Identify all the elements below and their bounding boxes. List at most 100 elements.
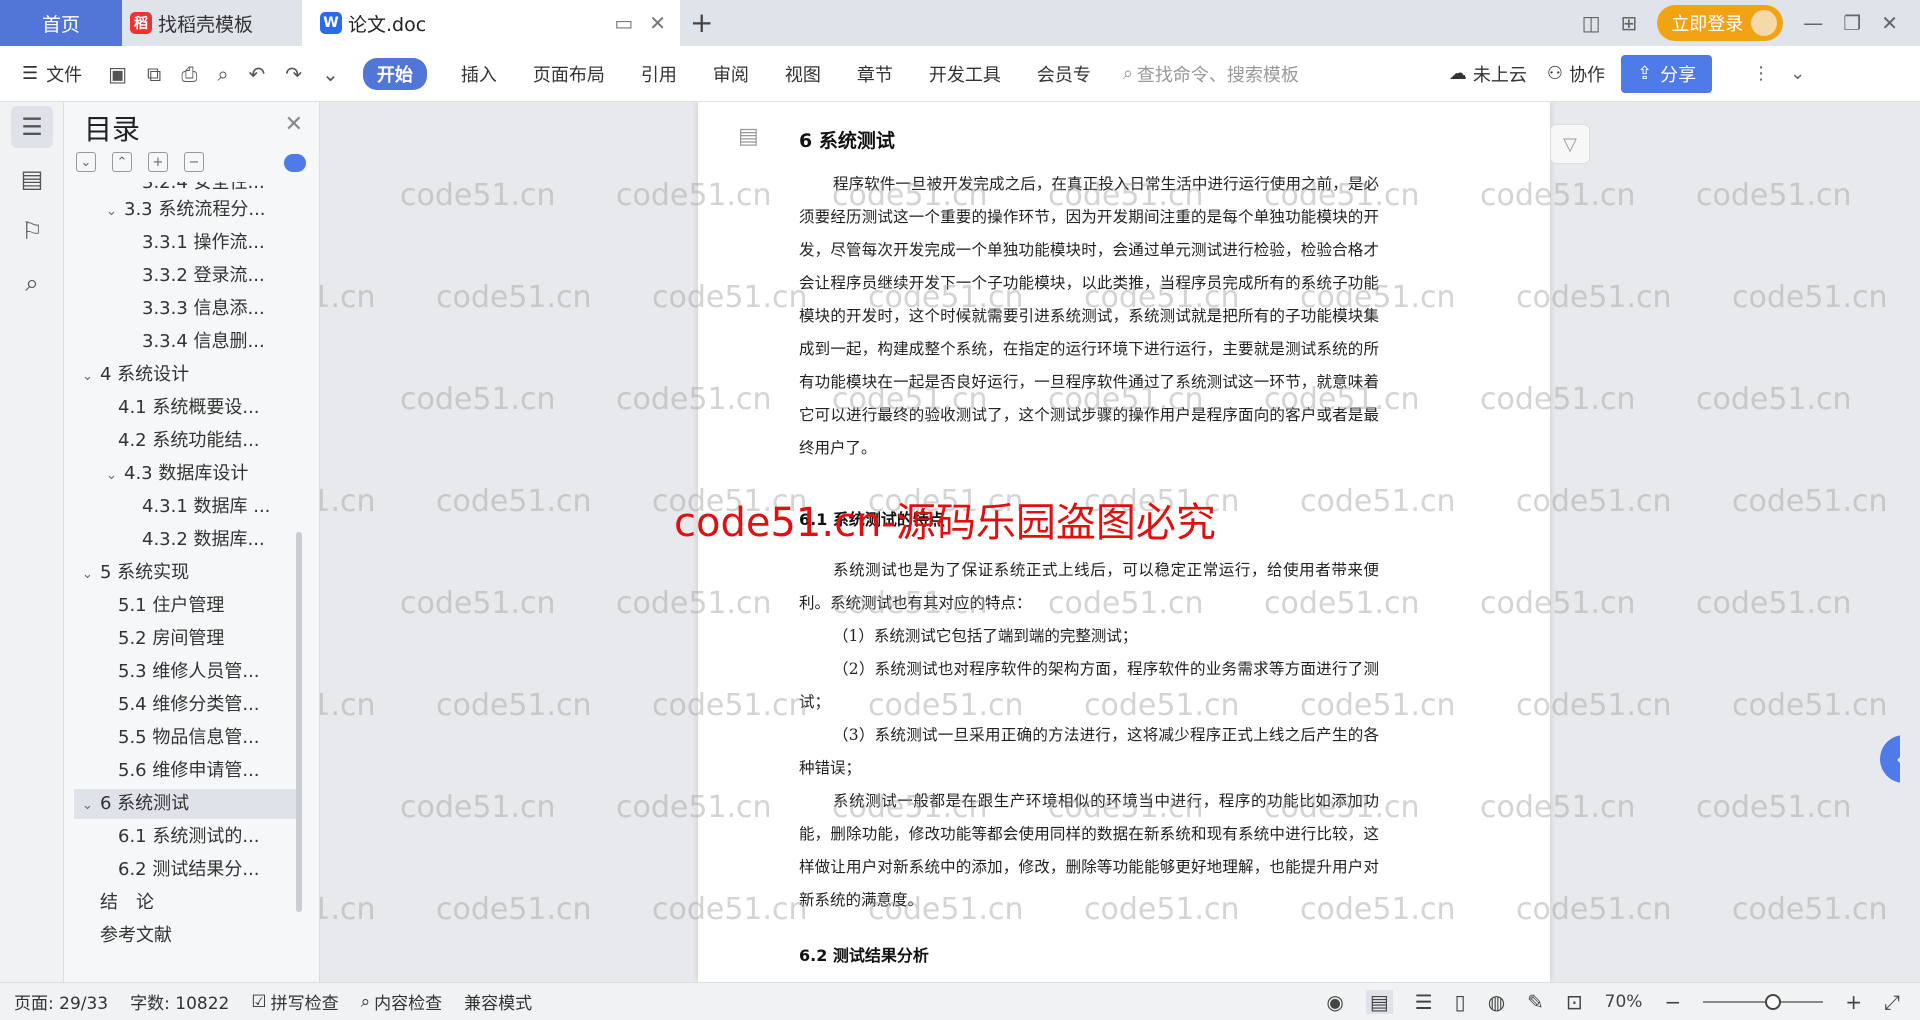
float-window-icon[interactable]: ▭ — [614, 11, 633, 35]
tab-docer-templates[interactable]: 稻 找稻壳模板 — [124, 0, 300, 46]
file-menu[interactable]: ☰ 文件 — [22, 61, 82, 87]
menu-references[interactable]: 引用 — [641, 61, 677, 87]
outline-item[interactable]: 4.3.1 数据库 ... — [124, 492, 270, 522]
page-view-icon[interactable]: ▤ — [1365, 990, 1393, 1014]
find-icon[interactable]: ⌕ — [11, 262, 53, 304]
chapter-nav-icon[interactable]: ▤ — [11, 158, 53, 200]
export-icon[interactable]: ⧉ — [147, 62, 161, 86]
left-icon-rail: ☰ ▤ ⚐ ⌕ — [0, 102, 64, 982]
outline-item[interactable]: ⌄ 4 系统设计 — [82, 360, 189, 390]
outline-item[interactable]: 5.5 物品信息管... — [100, 723, 260, 753]
outline-item[interactable]: 3.3.2 登录流... — [124, 261, 265, 291]
new-tab-button[interactable]: + — [690, 6, 713, 39]
watermark: code51.cn — [400, 790, 556, 825]
undo-icon[interactable]: ↶ — [249, 62, 266, 86]
outline-item[interactable]: 4.2 系统功能结... — [100, 426, 260, 456]
more-options-icon[interactable]: ⋮ — [1752, 63, 1770, 84]
maximize-icon[interactable]: ❐ — [1843, 11, 1861, 35]
fullscreen-icon[interactable]: ⤢ — [1884, 990, 1900, 1014]
apps-grid-icon[interactable]: ⊞ — [1621, 11, 1638, 35]
bookmark-icon[interactable]: ⚐ — [11, 210, 53, 252]
expand-arrow-icon: ⌄ — [82, 369, 93, 384]
zoom-slider[interactable] — [1703, 994, 1824, 1010]
read-view-icon[interactable]: ▯ — [1455, 990, 1466, 1014]
command-search[interactable]: ⌕ 查找命令、搜索模板 — [1123, 61, 1299, 87]
expand-all-icon[interactable]: ⌃ — [112, 152, 132, 172]
content-check-button[interactable]: ⌕ 内容检查 — [361, 989, 443, 1015]
outline-item[interactable]: 5.2 房间管理 — [100, 624, 224, 654]
close-tab-icon[interactable]: ✕ — [649, 11, 666, 35]
remove-heading-icon[interactable]: − — [184, 152, 204, 172]
menu-member[interactable]: 会员专 — [1037, 61, 1091, 87]
collapse-ribbon-icon[interactable]: ⌄ — [1790, 63, 1805, 84]
view-controls: ◉ ▤ ☰ ▯ ◍ ✎ ⊡ 70% − + ⤢ — [1326, 983, 1900, 1020]
minimize-icon[interactable]: — — [1803, 11, 1823, 35]
outline-item[interactable]: ⌄ 5 系统实现 — [82, 558, 189, 588]
watermark: code51.cn — [436, 688, 592, 723]
zoom-out-icon[interactable]: − — [1664, 990, 1681, 1014]
print-preview-icon[interactable]: ⌕ — [217, 62, 228, 86]
zoom-in-icon[interactable]: + — [1845, 990, 1862, 1014]
tab-document-label: 论文.doc — [348, 13, 427, 36]
web-view-icon[interactable]: ◍ — [1488, 990, 1505, 1014]
close-window-icon[interactable]: ✕ — [1881, 11, 1898, 35]
spell-check-button[interactable]: ☑ 拼写检查 — [251, 989, 338, 1015]
zoom-slider-knob[interactable] — [1765, 994, 1782, 1010]
outline-settings-toggle[interactable] — [284, 154, 306, 172]
close-icon[interactable]: ✕ — [285, 112, 303, 137]
eye-protect-icon[interactable]: ◉ — [1326, 990, 1343, 1014]
word-count[interactable]: 字数: 10822 — [130, 989, 229, 1014]
share-button[interactable]: ⇪ 分享 — [1621, 54, 1713, 93]
outline-item[interactable]: 3.3.4 信息删... — [124, 327, 265, 357]
outline-item[interactable]: 4.3.2 数据库... — [124, 525, 265, 555]
outline-item-label: 5.5 物品信息管... — [118, 727, 260, 748]
menu-view[interactable]: 视图 — [785, 61, 821, 87]
outline-icon[interactable]: ☰ — [11, 106, 53, 148]
pen-icon[interactable]: ✎ — [1527, 990, 1544, 1014]
add-heading-icon[interactable]: + — [148, 152, 168, 172]
menu-developer[interactable]: 开发工具 — [929, 61, 1001, 87]
save-icon[interactable]: ▣ — [108, 62, 127, 86]
menu-review[interactable]: 审阅 — [713, 61, 749, 87]
expand-arrow-icon: ⌄ — [106, 468, 117, 483]
outline-item[interactable]: 结 论 — [82, 888, 154, 918]
menu-page-layout[interactable]: 页面布局 — [533, 61, 605, 87]
outline-item[interactable]: ⌄ 3.3 系统流程分... — [106, 195, 266, 225]
zoom-level[interactable]: 70% — [1605, 992, 1643, 1012]
layout-icon[interactable]: ◫ — [1582, 11, 1601, 35]
outline-item[interactable]: 5.6 维修申请管... — [100, 756, 260, 786]
tab-start[interactable]: 开始 — [362, 57, 427, 90]
login-button[interactable]: 立即登录 — [1657, 5, 1784, 41]
print-icon[interactable]: ⎙ — [181, 62, 197, 86]
side-panel-toggle[interactable]: ‹ — [1880, 735, 1900, 783]
outline-item[interactable]: ⌄ 4.3 数据库设计 — [106, 459, 248, 489]
outline-item[interactable]: 3.3.1 操作流... — [124, 228, 265, 258]
tab-document[interactable]: W 论文.doc ▭ ✕ — [302, 0, 680, 46]
collaborate-button[interactable]: ⚇ 协作 — [1547, 61, 1605, 87]
outline-item[interactable]: 6.2 测试结果分... — [100, 855, 260, 885]
outline-item[interactable]: 6.1 系统测试的... — [100, 822, 260, 852]
cloud-status[interactable]: ☁ 未上云 — [1449, 61, 1527, 87]
outline-item[interactable]: 5.1 住户管理 — [100, 591, 224, 621]
format-panel-icon[interactable]: ▽ — [1550, 124, 1590, 164]
menu-insert[interactable]: 插入 — [461, 61, 497, 87]
outline-item-selected[interactable]: ⌄ 6 系统测试 — [74, 789, 299, 819]
cloud-icon: ☁ — [1448, 63, 1467, 84]
document-area: ▤ 6 系统测试 程序软件一旦被开发完成之后，在真正投入日常生活中进行运行使用之… — [320, 102, 1900, 982]
outline-item[interactable]: 3.3.3 信息添... — [124, 294, 265, 324]
fit-page-icon[interactable]: ⊡ — [1566, 990, 1583, 1014]
outline-item[interactable]: 参考文献 — [82, 921, 172, 951]
outline-scrollbar[interactable] — [296, 532, 302, 912]
outline-view-icon[interactable]: ☰ — [1415, 990, 1433, 1014]
tab-home[interactable]: 首页 — [0, 0, 122, 46]
menu-chapter[interactable]: 章节 — [857, 61, 893, 87]
collapse-all-icon[interactable]: ⌄ — [76, 152, 96, 172]
more-dropdown-icon[interactable]: ⌄ — [322, 62, 339, 86]
page-doc-icon[interactable]: ▤ — [738, 124, 759, 149]
outline-item[interactable]: 5.3 维修人员管... — [100, 657, 260, 687]
redo-icon[interactable]: ↷ — [285, 62, 302, 86]
outline-item[interactable]: 4.1 系统概要设... — [100, 393, 260, 423]
page-count[interactable]: 页面: 29/33 — [14, 989, 108, 1014]
outline-item[interactable]: 5.4 维修分类管... — [100, 690, 260, 720]
watermark: code51.cn — [320, 280, 376, 315]
